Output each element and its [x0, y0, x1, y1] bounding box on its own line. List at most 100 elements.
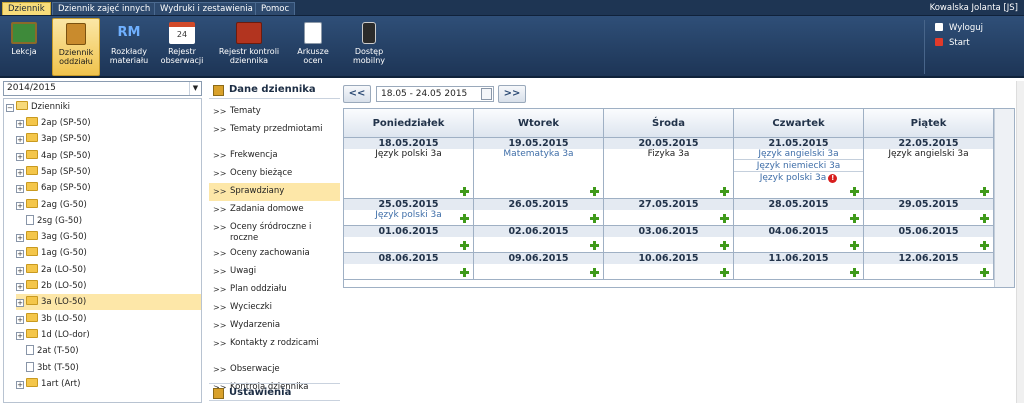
ribbon-button-rejestr-kontroli-dziennika[interactable]: Rejestr kontroli dziennika	[212, 18, 286, 76]
expand-icon[interactable]: +	[16, 299, 24, 308]
day-cell[interactable]	[864, 264, 994, 280]
menu-tab-wydruki[interactable]: Wydruki i zestawienia	[154, 2, 259, 15]
expand-icon[interactable]: +	[16, 331, 24, 340]
expand-icon[interactable]: +	[16, 266, 24, 275]
nav-item[interactable]: >> Oceny śródroczne i roczne	[209, 219, 340, 245]
calendar-picker-icon[interactable]	[481, 88, 492, 100]
tree-item[interactable]: +2a (LO-50)	[16, 262, 201, 278]
add-entry-icon[interactable]	[980, 214, 989, 223]
lesson-entry[interactable]: Język angielski 3a	[864, 149, 993, 160]
add-entry-icon[interactable]	[980, 187, 989, 196]
expand-icon[interactable]: +	[16, 234, 24, 243]
day-cell[interactable]	[864, 210, 994, 226]
add-entry-icon[interactable]	[590, 214, 599, 223]
expand-icon[interactable]: +	[16, 380, 24, 389]
add-entry-icon[interactable]	[720, 214, 729, 223]
lesson-entry[interactable]: Język niemiecki 3a	[734, 161, 863, 172]
expand-icon[interactable]: +	[16, 136, 24, 145]
lesson-entry[interactable]: Język polski 3a	[344, 149, 473, 160]
tree-item[interactable]: +1ag (G-50)	[16, 245, 201, 261]
day-cell[interactable]: Język polski 3a	[344, 210, 474, 226]
lesson-entry[interactable]: Język polski 3a!	[734, 173, 863, 184]
page-scrollbar[interactable]	[1016, 81, 1024, 403]
day-cell[interactable]	[474, 210, 604, 226]
add-entry-icon[interactable]	[850, 268, 859, 277]
day-cell[interactable]	[604, 237, 734, 253]
date-range-field[interactable]: 18.05 - 24.05 2015	[376, 86, 494, 102]
tree-item[interactable]: +5ap (SP-50)	[16, 164, 201, 180]
day-cell[interactable]: Język angielski 3a Język niemiecki 3a Języ…	[734, 149, 864, 199]
day-cell[interactable]	[604, 210, 734, 226]
add-entry-icon[interactable]	[720, 268, 729, 277]
ribbon-button-dostep-mobilny[interactable]: Dostęp mobilny	[346, 18, 392, 76]
next-week-button[interactable]: >>	[498, 85, 526, 103]
add-entry-icon[interactable]	[460, 214, 469, 223]
expand-icon[interactable]: +	[16, 168, 24, 177]
ribbon-button-arkusze-ocen[interactable]: Arkusze ocen	[290, 18, 336, 76]
tree-item[interactable]: +2ap (SP-50)	[16, 115, 201, 131]
lesson-entry[interactable]: Język angielski 3a	[734, 149, 863, 160]
ribbon-button-dziennik-oddzialu[interactable]: Dziennik oddziału	[52, 18, 100, 76]
nav-item[interactable]: >> Oceny zachowania	[209, 245, 340, 263]
school-year-select[interactable]: 2014/2015 ▼	[3, 81, 202, 96]
tree-item[interactable]: +3b (LO-50)	[16, 311, 201, 327]
tree-item[interactable]: 2sg (G-50)	[16, 213, 201, 229]
lesson-entry[interactable]: Fizyka 3a	[604, 149, 733, 160]
day-cell[interactable]	[344, 237, 474, 253]
tree-item[interactable]: +3ap (SP-50)	[16, 131, 201, 147]
tree-item[interactable]: +1d (LO-dor)	[16, 327, 201, 343]
journal-settings-header[interactable]: Ustawienia dziennika	[209, 383, 340, 401]
nav-item[interactable]: >> Uwagi	[209, 263, 340, 281]
tree-item[interactable]: +6ap (SP-50)	[16, 180, 201, 196]
tree-item[interactable]: +2b (LO-50)	[16, 278, 201, 294]
add-entry-icon[interactable]	[850, 187, 859, 196]
nav-item[interactable]: >> Wydarzenia	[209, 317, 340, 335]
tree-root[interactable]: − Dzienniki	[6, 99, 70, 115]
day-cell[interactable]: Matematyka 3a	[474, 149, 604, 199]
add-entry-icon[interactable]	[590, 268, 599, 277]
menu-tab-pomoc[interactable]: Pomoc	[255, 2, 296, 15]
add-entry-icon[interactable]	[460, 187, 469, 196]
add-entry-icon[interactable]	[980, 241, 989, 250]
menu-tab-dziennik[interactable]: Dziennik	[2, 2, 51, 15]
add-entry-icon[interactable]	[590, 241, 599, 250]
day-cell[interactable]	[734, 237, 864, 253]
add-entry-icon[interactable]	[720, 187, 729, 196]
add-entry-icon[interactable]	[980, 268, 989, 277]
day-cell[interactable]	[734, 210, 864, 226]
day-cell[interactable]	[864, 237, 994, 253]
day-cell[interactable]: Fizyka 3a	[604, 149, 734, 199]
previous-week-button[interactable]: <<	[343, 85, 371, 103]
day-cell[interactable]	[474, 264, 604, 280]
collapse-icon[interactable]: −	[6, 104, 14, 112]
logout-link[interactable]: Wyloguj	[935, 23, 983, 33]
lesson-entry[interactable]: Język polski 3a	[344, 210, 473, 221]
expand-icon[interactable]: +	[16, 250, 24, 259]
expand-icon[interactable]: +	[16, 120, 24, 128]
add-entry-icon[interactable]	[590, 187, 599, 196]
tree-item[interactable]: +2ag (G-50)	[16, 197, 201, 213]
nav-item[interactable]: >> Frekwencja	[209, 147, 340, 165]
nav-item[interactable]: >> Zadania domowe	[209, 201, 340, 219]
expand-icon[interactable]: +	[16, 201, 24, 210]
tree-item[interactable]: +3a (LO-50)	[16, 294, 201, 311]
day-cell[interactable]	[474, 237, 604, 253]
add-entry-icon[interactable]	[460, 268, 469, 277]
tree-item[interactable]: +4ap (SP-50)	[16, 148, 201, 164]
expand-icon[interactable]: +	[16, 283, 24, 291]
start-link[interactable]: Start	[935, 38, 970, 48]
tree-item[interactable]: 2at (T-50)	[16, 343, 201, 359]
nav-item[interactable]: >> Sprawdziany	[209, 183, 340, 201]
day-cell[interactable]: Język polski 3a	[344, 149, 474, 199]
chevron-down-icon[interactable]: ▼	[189, 82, 201, 95]
add-entry-icon[interactable]	[850, 214, 859, 223]
nav-item[interactable]: >> Tematy	[209, 103, 340, 121]
lesson-entry[interactable]: Matematyka 3a	[474, 149, 603, 160]
expand-icon[interactable]: +	[16, 185, 24, 194]
add-entry-icon[interactable]	[460, 241, 469, 250]
nav-item[interactable]: >> Obserwacje	[209, 361, 340, 379]
nav-item[interactable]: >> Oceny bieżące	[209, 165, 340, 183]
ribbon-button-rejestr-obserwacji[interactable]: 24 Rejestr obserwacji	[158, 18, 206, 76]
tree-item[interactable]: 3bt (T-50)	[16, 360, 201, 376]
nav-item[interactable]: >> Kontakty z rodzicami	[209, 335, 340, 361]
